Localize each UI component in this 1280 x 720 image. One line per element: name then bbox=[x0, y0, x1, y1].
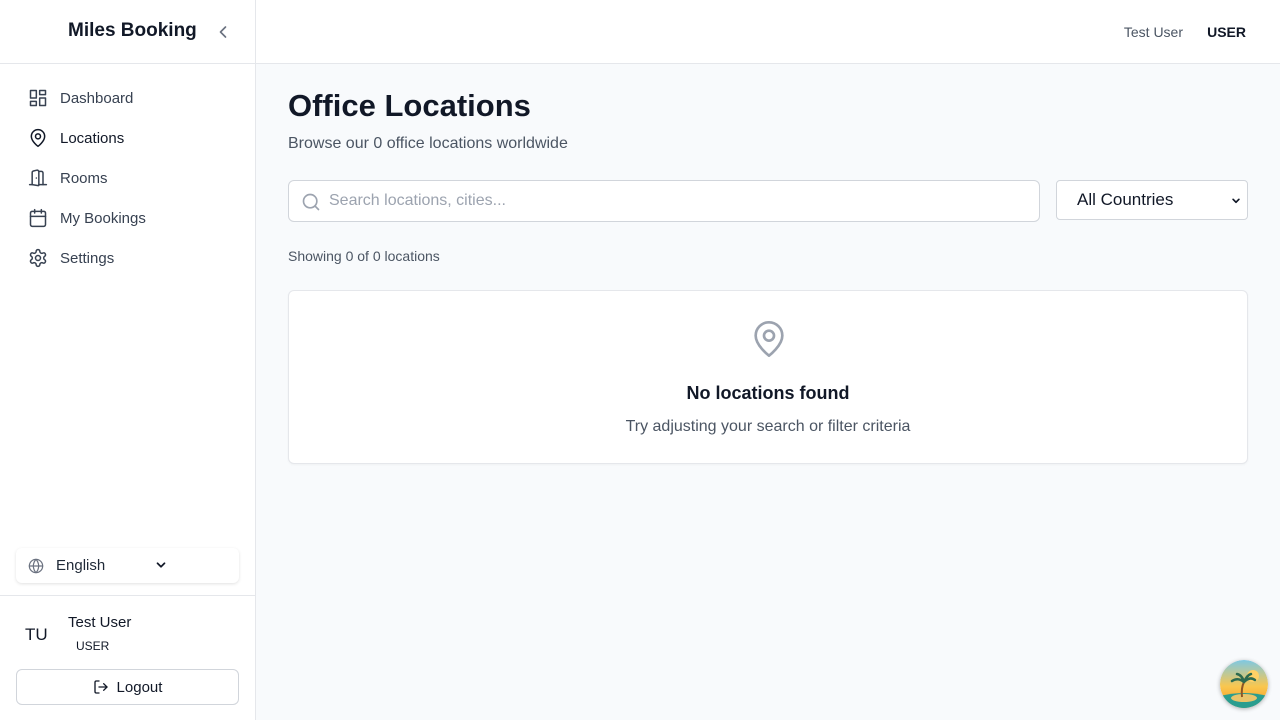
country-filter-value: All Countries bbox=[1077, 190, 1174, 209]
search-icon bbox=[302, 193, 320, 211]
sidebar-item-label: Dashboard bbox=[60, 89, 134, 107]
sidebar-item-dashboard[interactable]: Dashboard bbox=[16, 78, 240, 118]
sidebar-item-rooms[interactable]: Rooms bbox=[16, 158, 240, 198]
user-role: USER bbox=[76, 639, 110, 653]
language-select[interactable]: English bbox=[16, 548, 239, 583]
sidebar-item-label: My Bookings bbox=[60, 209, 146, 227]
globe-icon bbox=[28, 558, 44, 573]
sidebar-item-label: Settings bbox=[60, 249, 115, 267]
page-subtitle: Browse our 0 office locations worldwide bbox=[288, 135, 568, 152]
header-user-role: USER bbox=[1207, 24, 1246, 40]
sidebar: Miles Booking Dashboard Locations Rooms … bbox=[0, 0, 256, 720]
sidebar-nav: Dashboard Locations Rooms My Bookings Se… bbox=[16, 78, 240, 278]
page-title: Office Locations bbox=[288, 88, 531, 123]
logout-label: Logout bbox=[116, 678, 163, 696]
sidebar-header: Miles Booking bbox=[0, 0, 255, 64]
assistant-button[interactable] bbox=[1220, 660, 1268, 708]
chevron-left-icon[interactable] bbox=[213, 22, 233, 42]
chevron-down-icon bbox=[156, 562, 166, 568]
search-box bbox=[288, 180, 1040, 222]
empty-state: No locations found Try adjusting your se… bbox=[288, 290, 1248, 464]
results-count: Showing 0 of 0 locations bbox=[288, 248, 440, 264]
gear-icon bbox=[29, 248, 47, 268]
chevron-down-icon bbox=[1232, 198, 1240, 204]
map-pin-icon bbox=[30, 128, 46, 148]
search-input[interactable] bbox=[329, 181, 1029, 221]
avatar: TU bbox=[25, 625, 48, 644]
user-name: Test User bbox=[68, 614, 132, 631]
calendar-icon bbox=[29, 208, 47, 228]
sidebar-item-label: Locations bbox=[60, 129, 125, 147]
sidebar-item-label: Rooms bbox=[60, 169, 108, 187]
map-pin-icon bbox=[754, 321, 784, 357]
country-filter-select[interactable]: All Countries bbox=[1056, 180, 1248, 220]
door-icon bbox=[28, 169, 48, 187]
sidebar-item-settings[interactable]: Settings bbox=[16, 238, 240, 278]
empty-state-message: Try adjusting your search or filter crit… bbox=[625, 418, 911, 435]
dashboard-icon bbox=[29, 89, 47, 107]
header-user-name: Test User bbox=[1123, 24, 1183, 40]
top-bar: Test User USER bbox=[256, 0, 1280, 64]
language-label: English bbox=[56, 557, 106, 574]
logout-button[interactable]: Logout bbox=[16, 669, 239, 705]
user-panel: TU Test User USER Logout bbox=[0, 595, 255, 720]
empty-state-title: No locations found bbox=[686, 383, 850, 403]
logout-icon bbox=[93, 680, 108, 694]
palm-tree-icon bbox=[1220, 660, 1268, 708]
sidebar-item-my-bookings[interactable]: My Bookings bbox=[16, 198, 240, 238]
app-title: Miles Booking bbox=[68, 20, 197, 41]
sidebar-item-locations[interactable]: Locations bbox=[16, 118, 240, 158]
